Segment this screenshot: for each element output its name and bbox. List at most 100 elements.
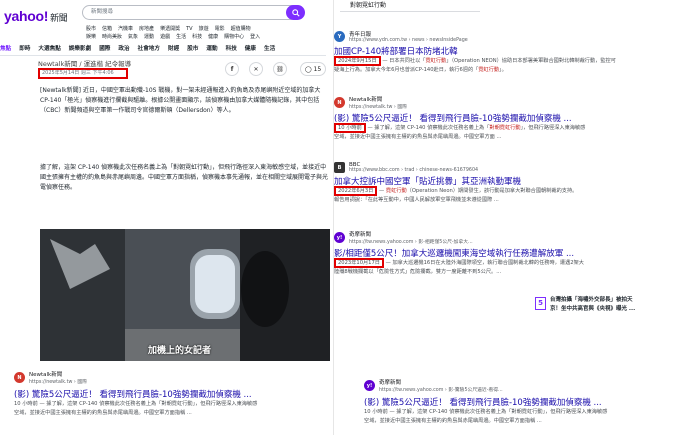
nav-item[interactable]: 社會地方	[138, 44, 160, 52]
result-snippet: 10 小時前 — 據了解，這架 CP-140 偵察機此次任務名義上為「對朝霓虹行…	[364, 409, 608, 415]
newtalk-favicon: N	[14, 372, 25, 383]
search-result-yahoo[interactable]: y! 奇摩新聞 https://tw.news.yahoo.com › 影-相距…	[334, 230, 690, 277]
quick-link[interactable]: 旅遊	[199, 26, 209, 32]
result-title-link[interactable]: (影) 驚險5公尺逼近！ 看得到飛行員臉-10強勢攔截加偵察機 ...	[14, 388, 324, 400]
comment-icon: ◯	[304, 65, 312, 73]
result-snippet: 10 小時前 — 據了解，這架 CP-140 偵察機此次任務名義上為「對朝霓虹行…	[334, 123, 690, 133]
quick-link[interactable]: 科技	[192, 34, 202, 40]
result-date: 10 小時前	[334, 123, 366, 133]
result-title-link[interactable]: (影) 驚險5公尺逼近！ 看得到飛行員臉-10強勢攔截加偵察機 ...	[334, 112, 690, 124]
result-date: 2023年10月17日	[334, 258, 384, 268]
quick-link[interactable]: 信箱	[102, 26, 112, 32]
quick-link[interactable]: 超值購物	[231, 26, 251, 32]
nav-item[interactable]: 健康	[245, 44, 256, 52]
result-snippet: 2024年9月15日 — 日本共同社以「霓虹行動」（Operation NEON…	[334, 56, 690, 66]
quick-link[interactable]: 汽機車	[118, 26, 133, 32]
result-title-link[interactable]: 加國CP-140將部署日本防堵北韓	[334, 45, 690, 57]
result-url: https://newtalk.tw › 國際	[349, 105, 407, 110]
result-snippet: 疑海上行為。加拿大今年6月也曾派CP-140赴日，執行6週的「霓虹行動」。	[334, 67, 507, 73]
quick-link[interactable]: 運動	[144, 34, 154, 40]
related-news-teaser[interactable]: 5 台灣拍攝「海嘯外交部長」被拍天 京！坐中共高官與《央視》曝光 ...	[535, 295, 685, 321]
result-title-link[interactable]: 加拿大控訴中國空軍「貼近挑釁」其亞洲執勤軍機	[334, 175, 690, 187]
quick-link[interactable]: 購物中心	[224, 34, 244, 40]
nav-item[interactable]: 股市	[187, 44, 198, 52]
quick-link[interactable]: 房地產	[139, 26, 154, 32]
result-snippet: 陸殲8戰機攔截以「危險性方式」危險攔截，雙方一度距離不到5公尺。...	[334, 269, 502, 275]
search-icon	[291, 8, 300, 17]
result-date: 2024年9月15日	[334, 56, 381, 66]
quick-link[interactable]: 生活	[176, 34, 186, 40]
search-button[interactable]	[286, 5, 305, 20]
keyword-highlight: 對朝霓虹行動	[489, 125, 521, 131]
quick-link[interactable]: 遊戲	[160, 34, 170, 40]
keyword-highlight: 霓虹行動	[478, 67, 500, 73]
result-url: https://tw.news.yahoo.com › 影-驚險5公尺逼近-看得…	[379, 388, 503, 393]
search-result-newtalk-left[interactable]: N Newtalk新聞 https://newtalk.tw › 國際 (影) …	[14, 370, 324, 418]
quick-links-row1: 股市 信箱 汽機車 房地產 樂透開獎 TV 旅遊 電影 超值購物	[86, 25, 257, 32]
nav-item[interactable]: 國際	[99, 44, 110, 52]
result-title-link[interactable]: (影) 驚險5公尺逼近！ 看得到飛行員臉-10強勢攔截加偵察機 ...	[364, 396, 690, 408]
keyword-highlight: 霓虹行動	[385, 188, 407, 194]
result-url: https://tw.news.yahoo.com › 影-相距僅5公尺-加拿大…	[349, 240, 473, 245]
quick-link[interactable]: 娛樂	[86, 34, 96, 40]
quick-link[interactable]: 時尚美妝	[102, 34, 122, 40]
result-snippet: 報告用詞說：「在此等互動中，中國人民解放軍空軍飛機並未遵從國際 ...	[334, 197, 499, 203]
nav-item[interactable]: 大選焦點	[38, 44, 60, 52]
login-link[interactable]: 登入	[250, 34, 260, 40]
result-site-name: 奇摩新聞	[349, 232, 372, 238]
yahoo-favicon: y!	[334, 232, 345, 243]
result-snippet: 空域，並接近中國主張擁有主權的釣魚島與赤尾嶼周邊。中國空軍方面指稱 ...	[14, 410, 192, 416]
quick-link[interactable]: 電影	[215, 26, 225, 32]
quick-link[interactable]: 健康	[208, 34, 218, 40]
teaser-line: 台灣拍攝「海嘯外交部長」被拍天	[550, 297, 633, 303]
quick-link[interactable]: TV	[186, 26, 192, 32]
result-site-name: Newtalk新聞	[29, 372, 63, 378]
quick-links-row2: 娛樂 時尚美妝 氣象 運動 遊戲 生活 科技 健康 購物中心 登入	[86, 33, 266, 40]
x-share-icon[interactable]: ✕	[249, 62, 263, 76]
quick-link[interactable]: 氣象	[128, 34, 138, 40]
nav-item[interactable]: 財經	[168, 44, 179, 52]
video-frame-image	[40, 229, 330, 361]
result-url: https://newtalk.tw › 國際	[29, 380, 87, 385]
newtalk-favicon: N	[334, 97, 345, 108]
search-result-yahoo-bottom[interactable]: y! 奇摩新聞 https://tw.news.yahoo.com › 影-驚險…	[364, 378, 690, 426]
bbc-favicon: B	[334, 162, 345, 173]
result-site-name: 奇摩新聞	[379, 380, 402, 386]
video-caption: 加機上的女記者	[148, 346, 212, 356]
search-result-ydn[interactable]: Y 青年日報 https://www.ydn.com.tw › news › n…	[334, 30, 690, 75]
result-snippet: 2023年10月17日 — 加拿大巡邏機16日在大陸外海國際領空，執行聯合國制裁…	[334, 258, 690, 268]
yahoo-logo[interactable]: yahoo! 新聞	[4, 8, 68, 24]
ydn-favicon: Y	[334, 31, 345, 42]
facebook-share-icon[interactable]: f	[225, 62, 239, 76]
nav-item[interactable]: 科技	[226, 44, 237, 52]
result-snippet: 2022年6月3日 — 霓虹行動（Operation Neon）期間發生，該行動…	[334, 186, 690, 196]
teaser-rank: 5	[535, 297, 546, 310]
article-video[interactable]: 加機上的女記者	[40, 229, 330, 361]
article-paragraph-2: 據了解，這架 CP-140 偵察機此次任務名義上為「對朝霓虹行動」，但飛行路徑深…	[40, 164, 329, 191]
article-byline: Newtalk新聞 / 運進楷 紀令報導	[38, 60, 132, 68]
news-search-input[interactable]: 新聞搜尋	[82, 5, 304, 20]
nav-item-focus[interactable]: 焦點	[0, 44, 11, 52]
article-date: 2025年5月14日 週三 下午4:06	[38, 68, 128, 79]
nav-item[interactable]: 運動	[206, 44, 217, 52]
nav-item[interactable]: 即時	[19, 44, 30, 52]
article-paragraph-1: [Newtalk新聞] 近日，中國空軍出動殲-10S 戰機，對一架未經通報進入釣…	[40, 87, 321, 114]
google-search-query[interactable]: 對朝霓虹行動	[340, 0, 480, 12]
nav-item[interactable]: 娛樂影劇	[69, 44, 91, 52]
nav-item[interactable]: 政治	[118, 44, 129, 52]
comment-count: 15	[313, 65, 322, 73]
quick-link[interactable]: 樂透開獎	[160, 26, 180, 32]
result-site-name: Newtalk新聞	[349, 97, 383, 103]
teaser-line: 京！坐中共高官與《央視》曝光 ...	[550, 306, 636, 312]
yahoo-favicon: y!	[364, 380, 375, 391]
link-share-icon[interactable]: ⛓	[273, 62, 287, 76]
result-snippet: 空域，並接近中國主張擁有主權的釣魚島與赤尾嶼周邊。中國空軍方面 ...	[334, 134, 502, 140]
result-title-link[interactable]: 影/相距僅5公尺！加拿大巡邏機闖東海空域執行任務遭解放軍 ...	[334, 247, 690, 259]
nav-item[interactable]: 生活	[264, 44, 275, 52]
category-nav: 焦點 即時 大選焦點 娛樂影劇 國際 政治 社會地方 財經 股市 運動 科技 健康 生活	[0, 44, 326, 56]
comment-button[interactable]: ◯ 15	[300, 62, 326, 76]
quick-link[interactable]: 股市	[86, 26, 96, 32]
result-url: https://www.bbc.com › trad › chinese-new…	[349, 168, 479, 173]
search-result-bbc[interactable]: B BBC https://www.bbc.com › trad › chine…	[334, 162, 690, 205]
search-result-newtalk[interactable]: N Newtalk新聞 https://newtalk.tw › 國際 (影) …	[334, 95, 690, 142]
